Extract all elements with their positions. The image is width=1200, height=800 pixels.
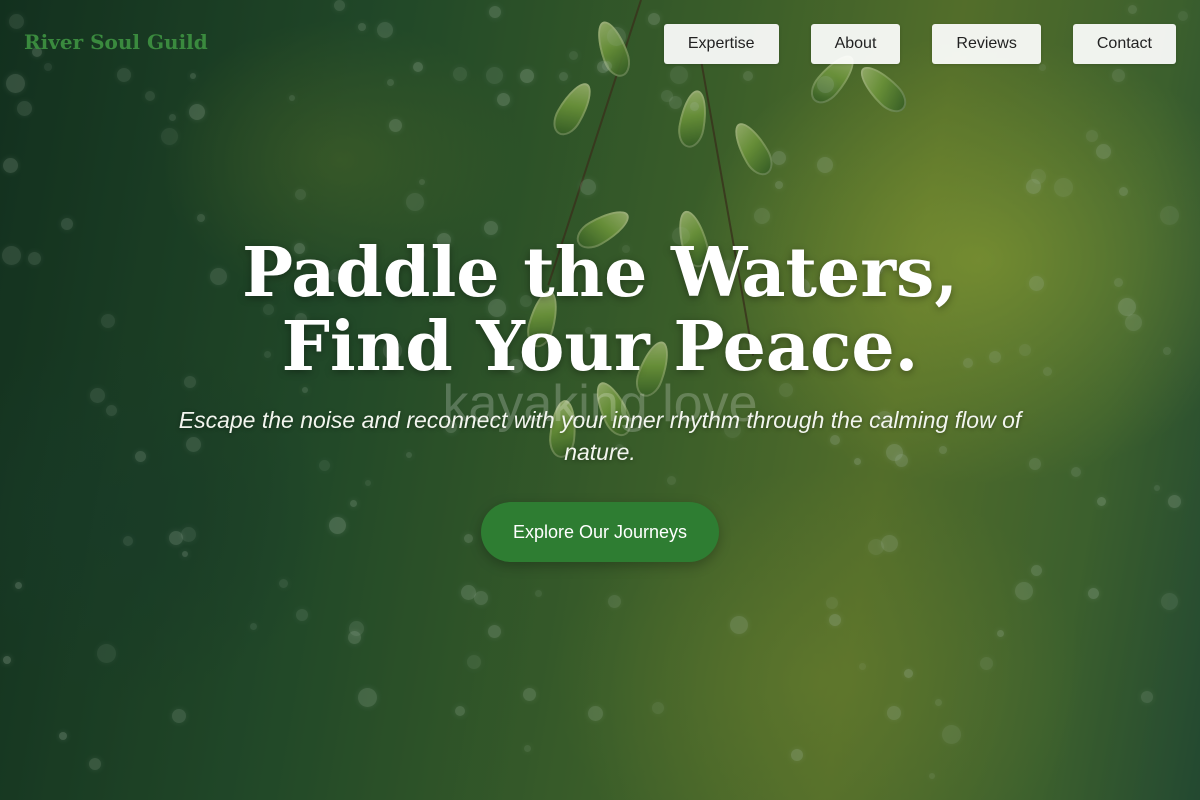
nav-about-button[interactable]: About <box>810 24 901 64</box>
hero-headline: Paddle the Waters, Find Your Peace. <box>242 233 958 387</box>
nav-reviews-button[interactable]: Reviews <box>932 24 1041 64</box>
site-header: River Soul Guild Expertise About Reviews… <box>0 0 1200 88</box>
nav-contact-button[interactable]: Contact <box>1072 24 1176 64</box>
nav-expertise-button[interactable]: Expertise <box>663 24 779 64</box>
hero-subtitle: Escape the noise and reconnect with your… <box>178 407 1022 465</box>
hero-section: kayaking love Paddle the Waters, Find Yo… <box>150 236 1050 562</box>
main-nav: Expertise About Reviews Contact <box>663 24 1176 64</box>
brand-logo[interactable]: River Soul Guild <box>24 30 208 54</box>
explore-journeys-button[interactable]: Explore Our Journeys <box>480 502 720 562</box>
